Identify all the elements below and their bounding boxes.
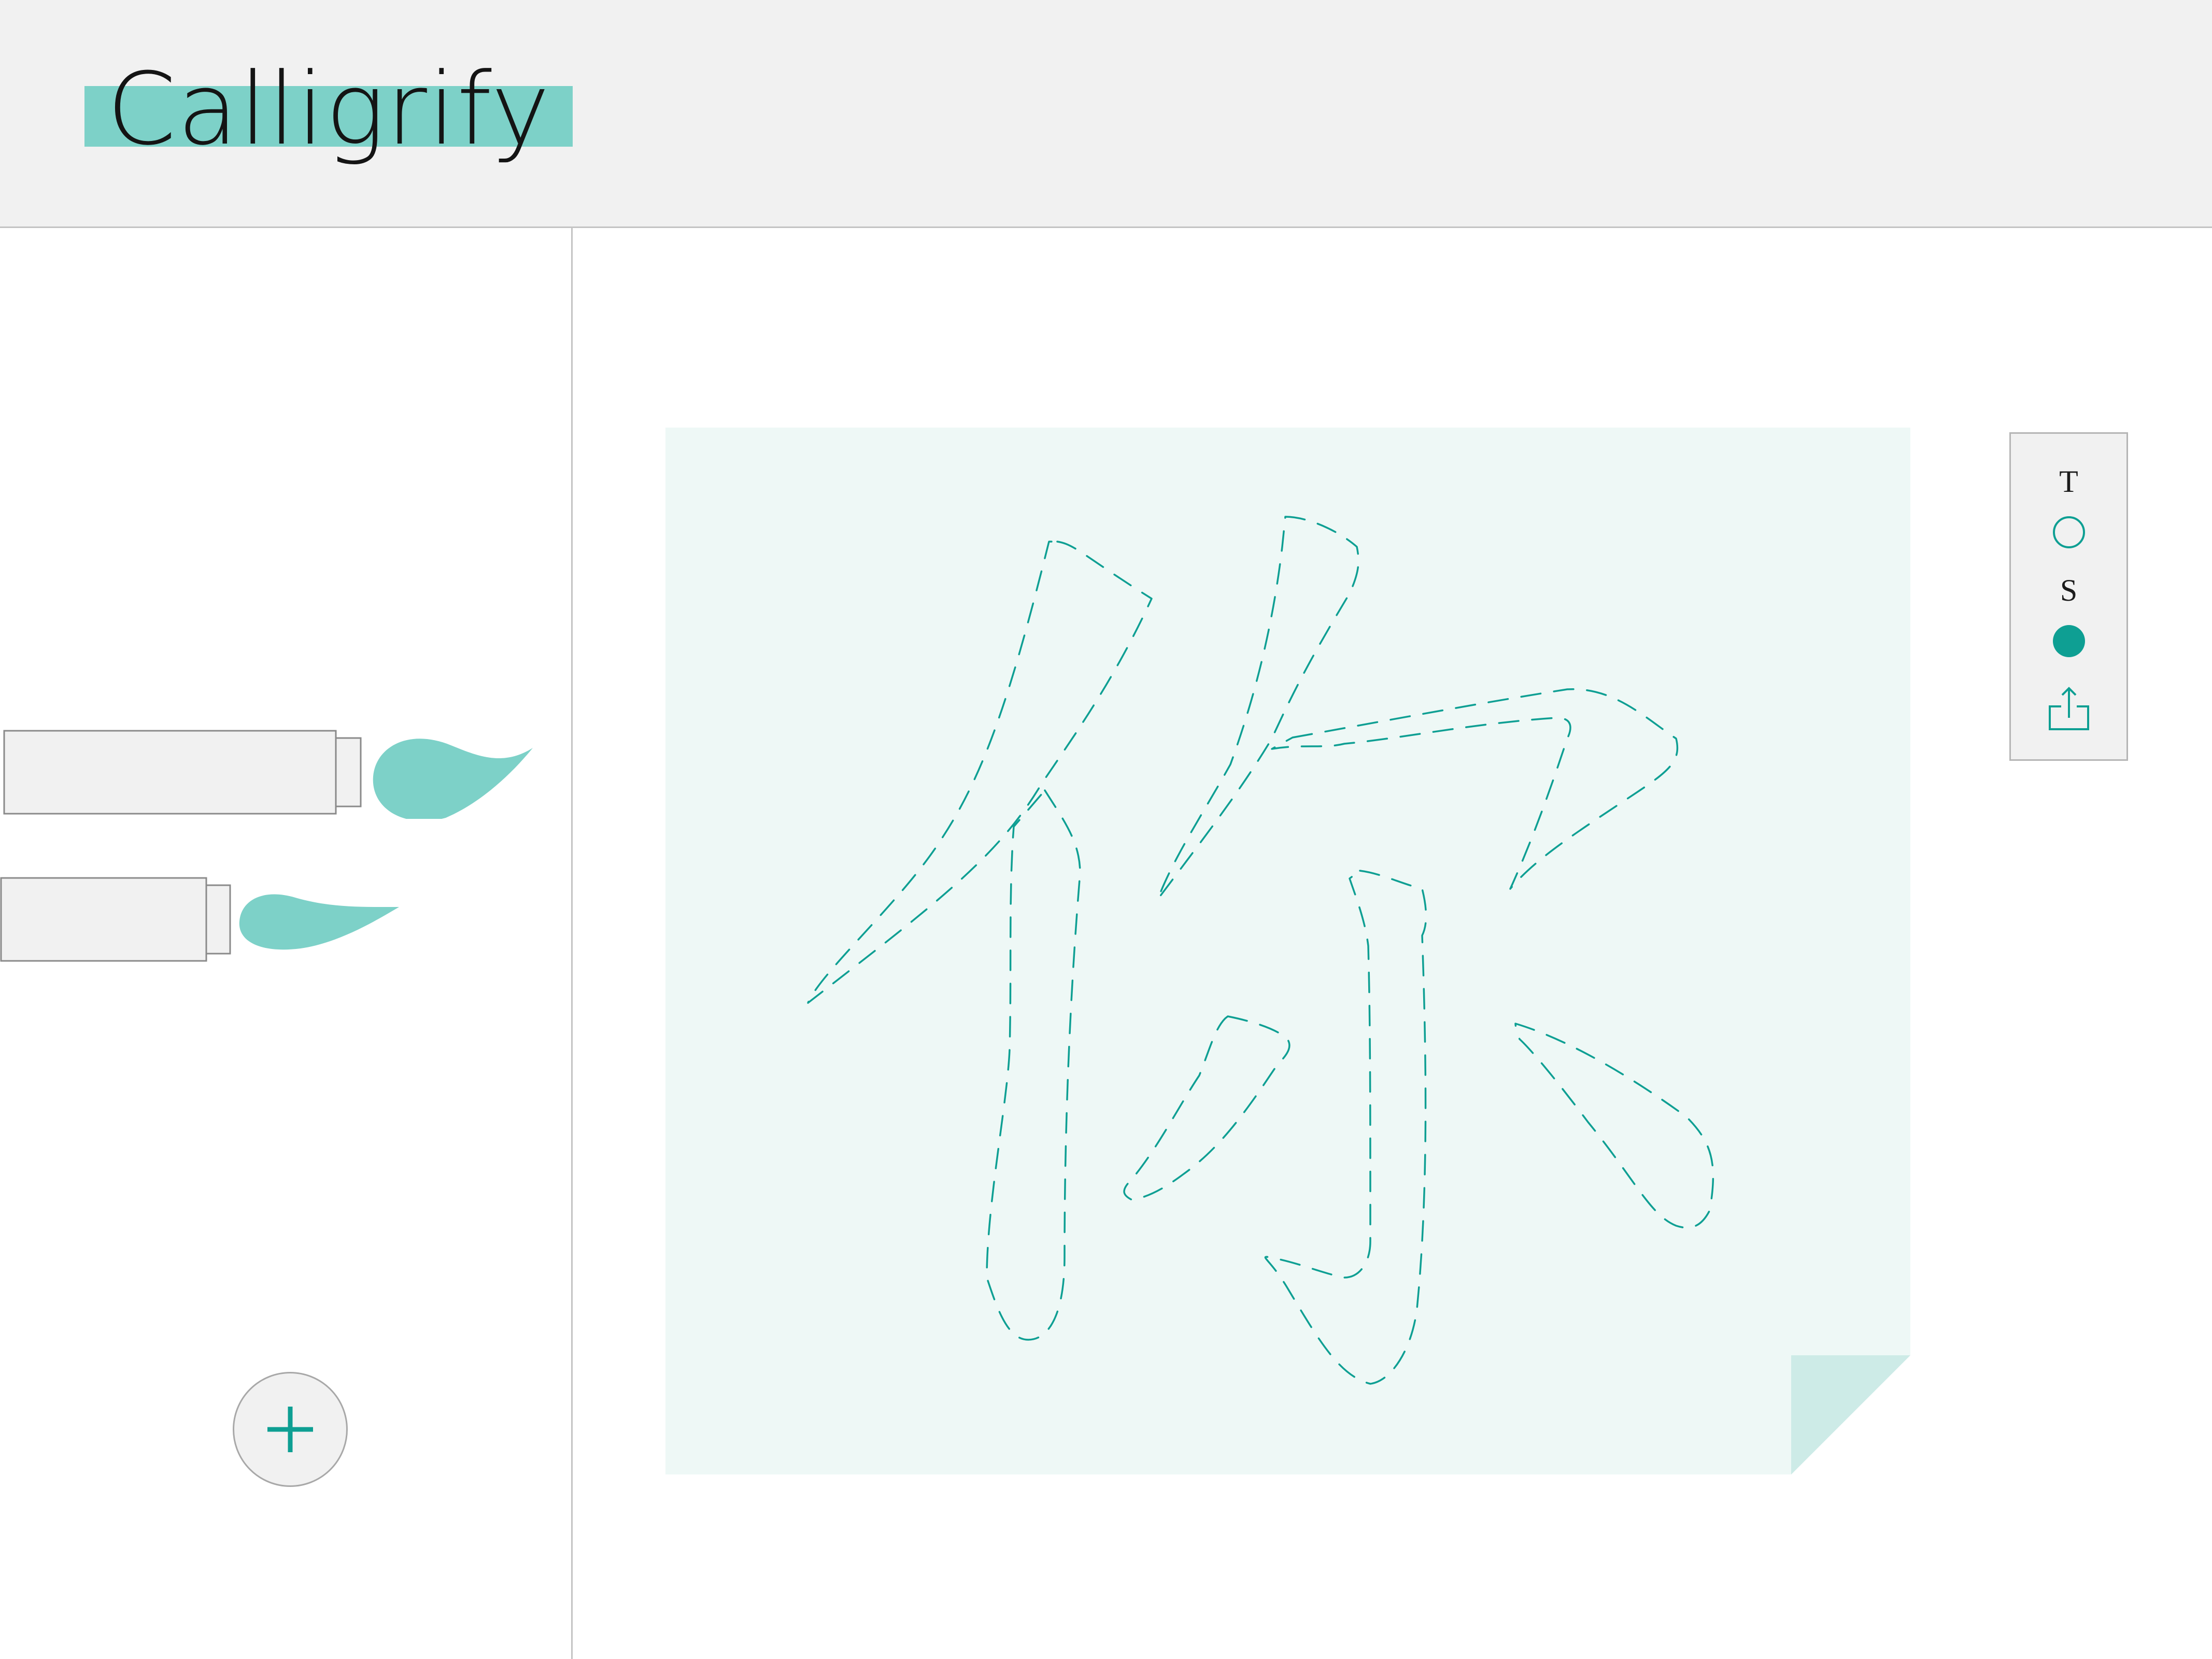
text-mode-button[interactable]: T — [2011, 461, 2126, 502]
large-brush-tool[interactable] — [0, 715, 539, 819]
radio-unselected-icon — [2052, 516, 2085, 548]
text-mode-label: T — [2059, 464, 2078, 499]
share-icon — [2048, 687, 2089, 730]
app-title: Calligrify — [107, 52, 551, 167]
radio-selected-icon — [2052, 625, 2085, 657]
stroke-mode-radio[interactable] — [2011, 620, 2126, 662]
small-brush-tool[interactable] — [0, 871, 404, 964]
brush-small-icon — [0, 877, 399, 962]
plus-icon — [267, 1407, 313, 1452]
app-header: Calligrify — [0, 0, 2212, 228]
brush-large-icon — [3, 730, 533, 819]
add-brush-button[interactable] — [233, 1372, 348, 1487]
stroke-mode-label: S — [2060, 573, 2078, 607]
text-mode-radio[interactable] — [2011, 512, 2126, 553]
tool-palette: T S — [2009, 432, 2128, 761]
paper-corner-fold — [1791, 1355, 1910, 1474]
paper-sheet — [665, 428, 1910, 1474]
share-button[interactable] — [2011, 680, 2126, 738]
stroke-mode-button[interactable]: S — [2011, 570, 2126, 611]
panel-divider — [571, 228, 573, 1659]
practice-paper[interactable] — [665, 428, 1910, 1474]
